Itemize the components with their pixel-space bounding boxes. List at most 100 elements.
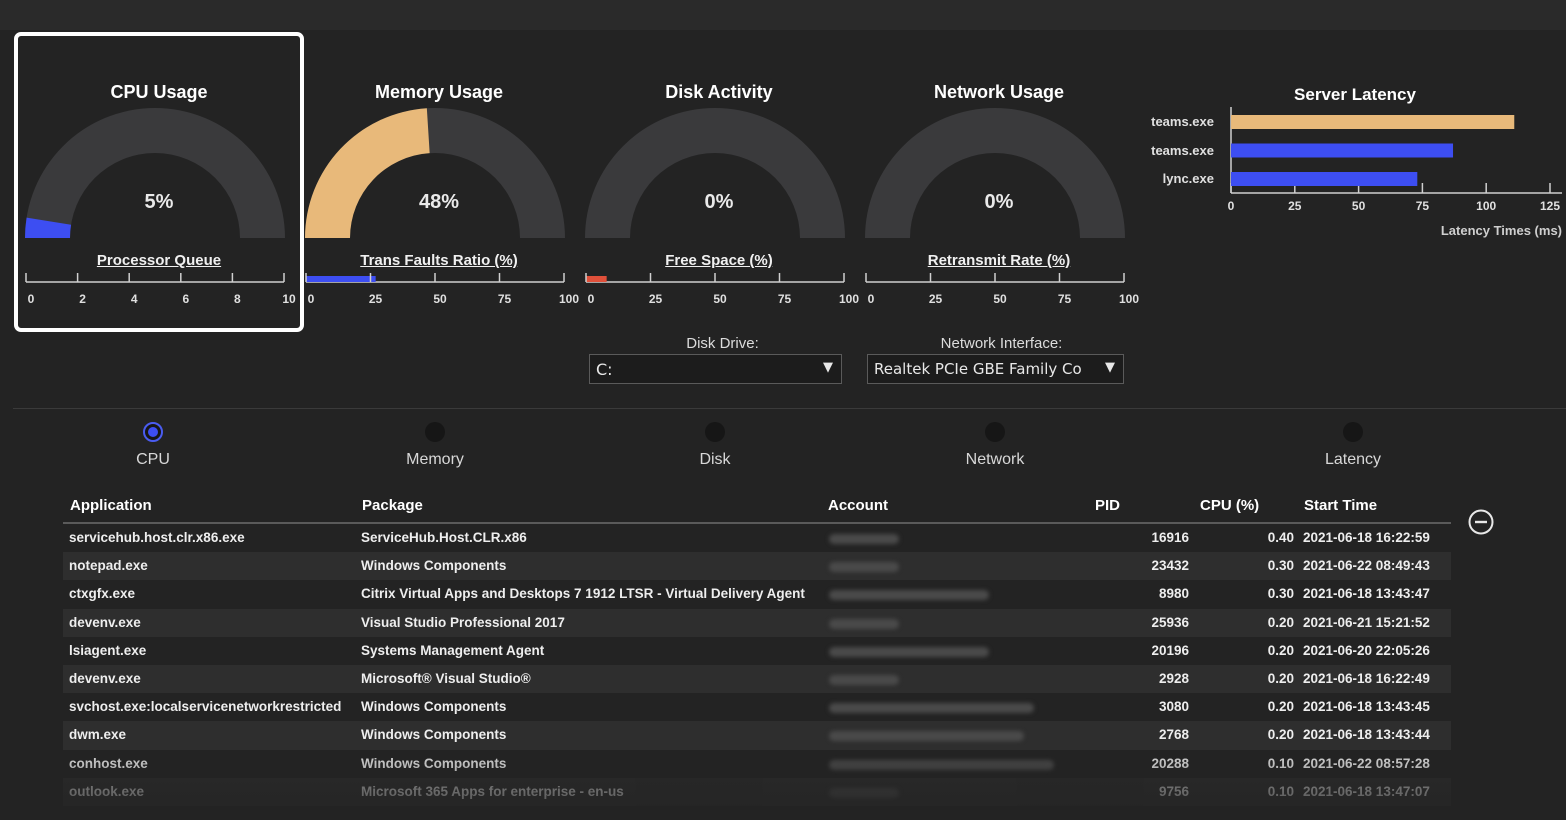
col-start-time[interactable]: Start Time (1304, 497, 1377, 514)
disk-drive-select[interactable]: C: ▼ (589, 354, 842, 384)
cell-account-redacted (829, 590, 989, 601)
table-row[interactable]: svchost.exe:localservicenetworkrestricte… (63, 693, 1451, 721)
chevron-down-icon: ▼ (1105, 360, 1115, 375)
tab-radio-network[interactable] (985, 422, 1005, 442)
gauge-value: 5% (144, 191, 174, 213)
tab-radio-cpu[interactable] (143, 422, 163, 442)
table-row[interactable]: lsiagent.exe Systems Management Agent 2019… (63, 637, 1451, 665)
cell-application: svchost.exe:localservicenetworkrestricte… (69, 699, 342, 715)
cell-pid: 16916 (1151, 530, 1189, 545)
cell-start-time: 2021-06-18 16:22:49 (1303, 670, 1430, 686)
cell-pid: 2928 (1158, 670, 1189, 686)
tab-radio-latency[interactable] (1343, 422, 1363, 442)
scale-tick-label: 75 (777, 292, 792, 306)
chevron-down-icon: ▼ (823, 360, 833, 375)
col-account[interactable]: Account (828, 497, 888, 514)
cell-start-time: 2021-06-22 08:49:43 (1303, 558, 1430, 574)
cell-application: devenv.exe (69, 670, 141, 686)
col-pid[interactable]: PID (1095, 497, 1120, 514)
gauge-card[interactable]: Disk Activity 0% Free Space (%) 0 25 50 75 100 (574, 32, 864, 332)
cell-pid: 2768 (1158, 727, 1189, 743)
scale-tick-label: 50 (713, 292, 727, 306)
scale-tick-label: 50 (993, 292, 1007, 306)
cell-account-redacted (829, 731, 1024, 742)
scale-tick-label: 75 (497, 292, 512, 306)
cell-application: ctxgfx.exe (69, 586, 136, 602)
tab-radio-memory[interactable] (425, 422, 445, 442)
scale-fill (306, 276, 376, 282)
cell-account-redacted (829, 674, 899, 685)
tab-label-cpu[interactable]: CPU (136, 451, 170, 469)
table-header: Application Package Account PID CPU (%) … (63, 492, 1451, 524)
network-interface-select[interactable]: Realtek PCIe GBE Family Co ▼ (867, 354, 1124, 384)
table-row[interactable]: notepad.exe Windows Components 23432 0.30 20… (63, 552, 1451, 581)
collapse-icon[interactable] (1468, 509, 1494, 535)
table-row[interactable]: devenv.exe Visual Studio Professional 201… (63, 608, 1451, 637)
gauge-fill (305, 108, 430, 238)
table-row[interactable]: dwm.exe Windows Components 2768 0.20 2021-06… (63, 721, 1451, 750)
cell-start-time: 2021-06-21 15:21:52 (1303, 614, 1430, 630)
scale-tick-label: 2 (79, 292, 86, 306)
scale-tick-label: 0 (27, 292, 35, 306)
cell-start-time: 2021-06-18 13:43:45 (1303, 699, 1430, 715)
tab-label-disk[interactable]: Disk (699, 451, 730, 469)
cell-account-redacted (829, 534, 899, 544)
scale-tick-label: 0 (867, 292, 875, 306)
sub-metric-scale (585, 273, 845, 283)
scale-tick-label: 25 (648, 292, 663, 306)
gauge-card[interactable]: CPU Usage 5% Processor Queue 0 2 4 6 8 10 (14, 32, 304, 332)
cell-cpu: 0.20 (1267, 727, 1294, 743)
tab-label-memory[interactable]: Memory (406, 451, 464, 469)
cell-package: Windows Components (361, 558, 507, 574)
cell-application: conhost.exe (69, 755, 148, 771)
cell-cpu: 0.10 (1267, 755, 1294, 771)
table-row[interactable]: outlook.exe Microsoft 365 Apps for enterp… (63, 777, 1451, 806)
scale-tick-label: 50 (433, 292, 447, 306)
table-row[interactable]: conhost.exe Windows Components 20288 0.10 20… (63, 750, 1451, 778)
cell-pid: 9756 (1158, 783, 1189, 799)
cell-cpu: 0.40 (1267, 530, 1294, 545)
cell-start-time: 2021-06-20 22:05:26 (1303, 642, 1430, 658)
cell-pid: 25936 (1151, 614, 1189, 630)
table-row[interactable]: servicehub.host.clr.x86.exe ServiceHub.Ho… (63, 524, 1451, 552)
cell-start-time: 2021-06-18 13:47:07 (1303, 783, 1430, 799)
latency-plot (1230, 107, 1562, 194)
tab-radio-disk[interactable] (705, 422, 725, 442)
cell-account-redacted (829, 787, 899, 798)
scale-tick-label: 75 (1057, 292, 1072, 306)
table-row[interactable]: devenv.exe Microsoft® Visual Studio® 2928 0… (63, 664, 1451, 694)
gauge-card[interactable]: Network Usage 0% Retransmit Rate (%) 0 25 50 7… (854, 32, 1144, 332)
cell-application: lsiagent.exe (69, 642, 147, 658)
scale-tick-label: 25 (928, 292, 943, 306)
cell-start-time: 2021-06-18 13:43:44 (1303, 727, 1430, 743)
cell-pid: 20196 (1151, 642, 1189, 658)
cell-package: Windows Components (361, 755, 507, 771)
cell-start-time: 2021-06-18 13:43:47 (1303, 586, 1430, 602)
cell-cpu: 0.20 (1267, 614, 1294, 630)
server-latency-chart: Server Latency Latency Times (ms) 0 25 50 7… (1135, 75, 1566, 245)
cell-account-redacted (829, 759, 1054, 770)
network-interface-label: Network Interface: (940, 335, 1063, 352)
gauge-title: Disk Activity (665, 82, 773, 102)
col-package[interactable]: Package (362, 497, 423, 514)
gauge-track (585, 107, 845, 238)
gauge-value: 0% (704, 191, 734, 213)
table-row[interactable]: ctxgfx.exe Citrix Virtual Apps and Deskto… (63, 580, 1451, 608)
cell-account-redacted (829, 562, 899, 573)
gauge-title: Memory Usage (374, 82, 504, 102)
cell-pid: 8980 (1158, 586, 1189, 602)
cell-cpu: 0.10 (1267, 783, 1294, 799)
tab-label-network[interactable]: Network (966, 451, 1025, 469)
cell-package: Citrix Virtual Apps and Desktops 7 1912 … (361, 586, 805, 602)
scale-tick-label: 25 (368, 292, 383, 306)
sub-metric-scale (25, 273, 285, 283)
gauge-card[interactable]: Memory Usage 48% Trans Faults Ratio (%) 0 25… (294, 32, 584, 332)
gauge-value: 0% (984, 191, 1014, 213)
cell-package: Microsoft® Visual Studio® (361, 670, 531, 686)
cell-cpu: 0.30 (1267, 586, 1294, 602)
col-cpu[interactable]: CPU (%) (1200, 497, 1259, 514)
network-interface-value: Realtek PCIe GBE Family Co (874, 360, 1082, 378)
cell-package: Windows Components (361, 727, 507, 743)
col-application[interactable]: Application (70, 497, 152, 514)
tab-label-latency[interactable]: Latency (1325, 451, 1381, 469)
